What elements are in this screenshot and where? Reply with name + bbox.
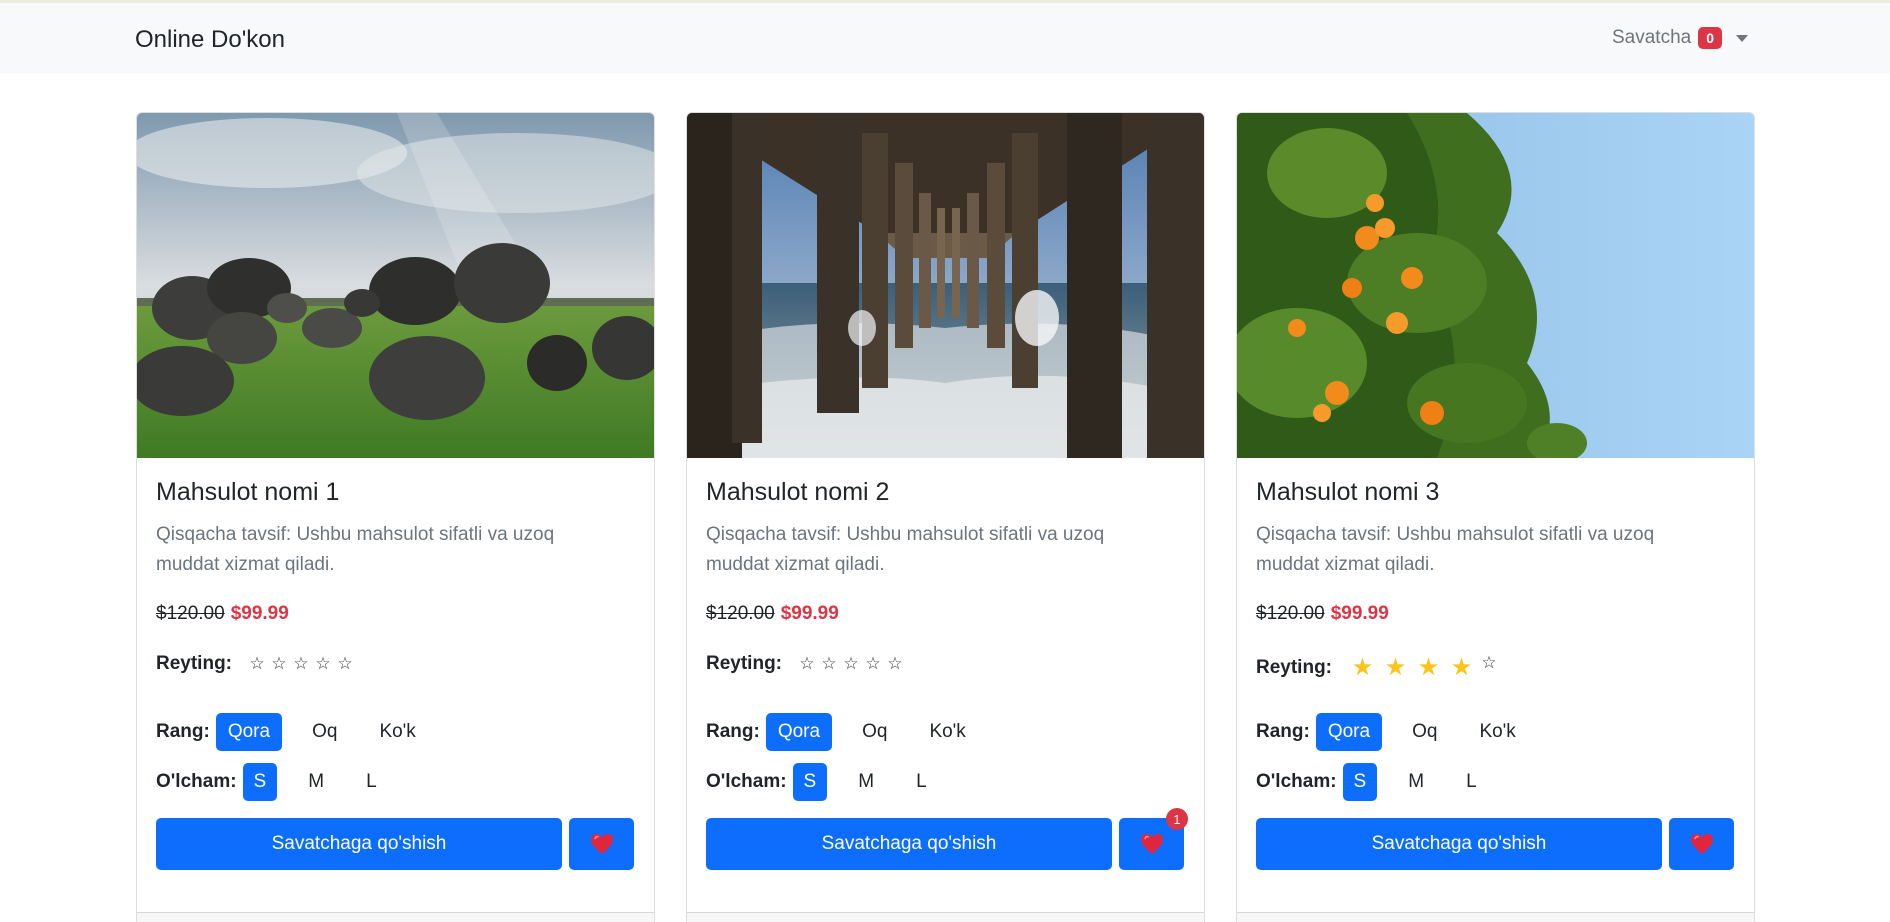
color-option-kok[interactable]: Ko'k [367,713,427,751]
rating-stars: ☆ ☆ ☆ ☆ ☆ [796,654,906,674]
product-description: Qisqacha tavsif: Ushbu mahsulot sifatli … [706,524,1105,575]
product-image [1237,113,1754,458]
star-filled-icon: ★ [1450,654,1473,681]
product-title: Mahsulot nomi 1 [156,478,340,506]
size-options: O'lcham: S M L [706,763,938,801]
card-footer [137,912,654,922]
rating-label: Reyting: [1256,656,1332,678]
product-image [137,113,654,458]
star-empty-icon: ☆ [799,654,815,673]
cart-label: Savatcha [1612,27,1692,48]
star-empty-icon: ☆ [249,654,265,673]
size-option-m[interactable]: M [847,763,885,801]
product-description: Qisqacha tavsif: Ushbu mahsulot sifatli … [156,524,555,575]
old-price: $120.00 [156,603,225,624]
size-option-l[interactable]: L [355,763,388,801]
favorite-count-badge: 1 [1166,808,1188,830]
color-option-oq[interactable]: Oq [850,713,899,751]
star-empty-icon: ☆ [271,654,287,673]
product-rating: Reyting: ★ ★ ★ ★ ☆ [1256,653,1500,682]
color-options: Rang: Qora Oq Ko'k [1256,713,1528,751]
card-footer [1237,912,1754,922]
card-footer [687,912,1204,922]
navbar: Online Do'kon Savatcha 0 [0,3,1890,73]
size-option-l[interactable]: L [905,763,938,801]
product-image [687,113,1204,458]
heart-icon [1690,834,1713,854]
product-price: $120.00 $99.99 [1256,603,1389,625]
color-label: Rang: [706,721,760,742]
product-card: Mahsulot nomi 1 Qisqacha tavsif: Ushbu m… [136,112,655,922]
star-filled-icon: ★ [1351,654,1374,681]
size-label: O'lcham: [156,771,237,792]
new-price: $99.99 [1330,603,1389,624]
star-empty-icon: ☆ [293,654,309,673]
color-options: Rang: Qora Oq Ko'k [706,713,978,751]
color-options: Rang: Qora Oq Ko'k [156,713,428,751]
size-option-m[interactable]: M [297,763,335,801]
rating-stars: ★ ★ ★ ★ ☆ [1346,653,1500,682]
old-price: $120.00 [706,603,775,624]
heart-icon [1140,834,1163,854]
favorite-button[interactable] [1669,818,1734,870]
color-option-qora[interactable]: Qora [765,713,833,751]
color-option-kok[interactable]: Ko'k [917,713,977,751]
size-option-s[interactable]: S [242,763,278,801]
size-option-m[interactable]: M [1397,763,1435,801]
add-to-cart-button[interactable]: Savatchaga qo'shish [1256,818,1662,870]
star-empty-icon: ☆ [1481,653,1497,672]
size-options: O'lcham: S M L [156,763,388,801]
product-rating: Reyting: ☆ ☆ ☆ ☆ ☆ [156,653,356,675]
add-to-cart-button[interactable]: Savatchaga qo'shish [156,818,562,870]
product-title: Mahsulot nomi 3 [1256,478,1440,506]
size-label: O'lcham: [706,771,787,792]
color-option-kok[interactable]: Ko'k [1467,713,1527,751]
size-option-s[interactable]: S [792,763,828,801]
favorite-button[interactable] [569,818,634,870]
cart-count-badge: 0 [1698,27,1723,49]
star-filled-icon: ★ [1384,654,1407,681]
heart-icon [590,834,613,854]
new-price: $99.99 [780,603,839,624]
star-filled-icon: ★ [1417,654,1440,681]
star-empty-icon: ☆ [865,654,881,673]
size-option-s[interactable]: S [1342,763,1378,801]
size-option-l[interactable]: L [1455,763,1488,801]
cart-dropdown[interactable]: Savatcha 0 [1612,27,1749,49]
star-empty-icon: ☆ [337,654,353,673]
old-price: $120.00 [1256,603,1325,624]
favorite-button[interactable]: 1 [1119,808,1188,870]
color-option-oq[interactable]: Oq [300,713,349,751]
star-empty-icon: ☆ [821,654,837,673]
color-option-qora[interactable]: Qora [1315,713,1383,751]
rating-label: Reyting: [156,653,232,674]
color-option-oq[interactable]: Oq [1400,713,1449,751]
product-price: $120.00 $99.99 [706,603,839,625]
rating-label: Reyting: [706,653,782,674]
star-empty-icon: ☆ [887,654,903,673]
add-to-cart-button[interactable]: Savatchaga qo'shish [706,818,1112,870]
rating-stars: ☆ ☆ ☆ ☆ ☆ [246,654,356,674]
product-card: Mahsulot nomi 2 Qisqacha tavsif: Ushbu m… [686,112,1205,922]
brand-logo[interactable]: Online Do'kon [135,26,285,54]
color-option-qora[interactable]: Qora [215,713,283,751]
new-price: $99.99 [230,603,289,624]
size-label: O'lcham: [1256,771,1337,792]
star-empty-icon: ☆ [315,654,331,673]
size-options: O'lcham: S M L [1256,763,1488,801]
product-price: $120.00 $99.99 [156,603,289,625]
product-rating: Reyting: ☆ ☆ ☆ ☆ ☆ [706,653,906,675]
product-description: Qisqacha tavsif: Ushbu mahsulot sifatli … [1256,524,1655,575]
color-label: Rang: [156,721,210,742]
color-label: Rang: [1256,721,1310,742]
product-title: Mahsulot nomi 2 [706,478,890,506]
chevron-down-icon [1736,34,1749,42]
product-card: Mahsulot nomi 3 Qisqacha tavsif: Ushbu m… [1236,112,1755,922]
star-empty-icon: ☆ [843,654,859,673]
